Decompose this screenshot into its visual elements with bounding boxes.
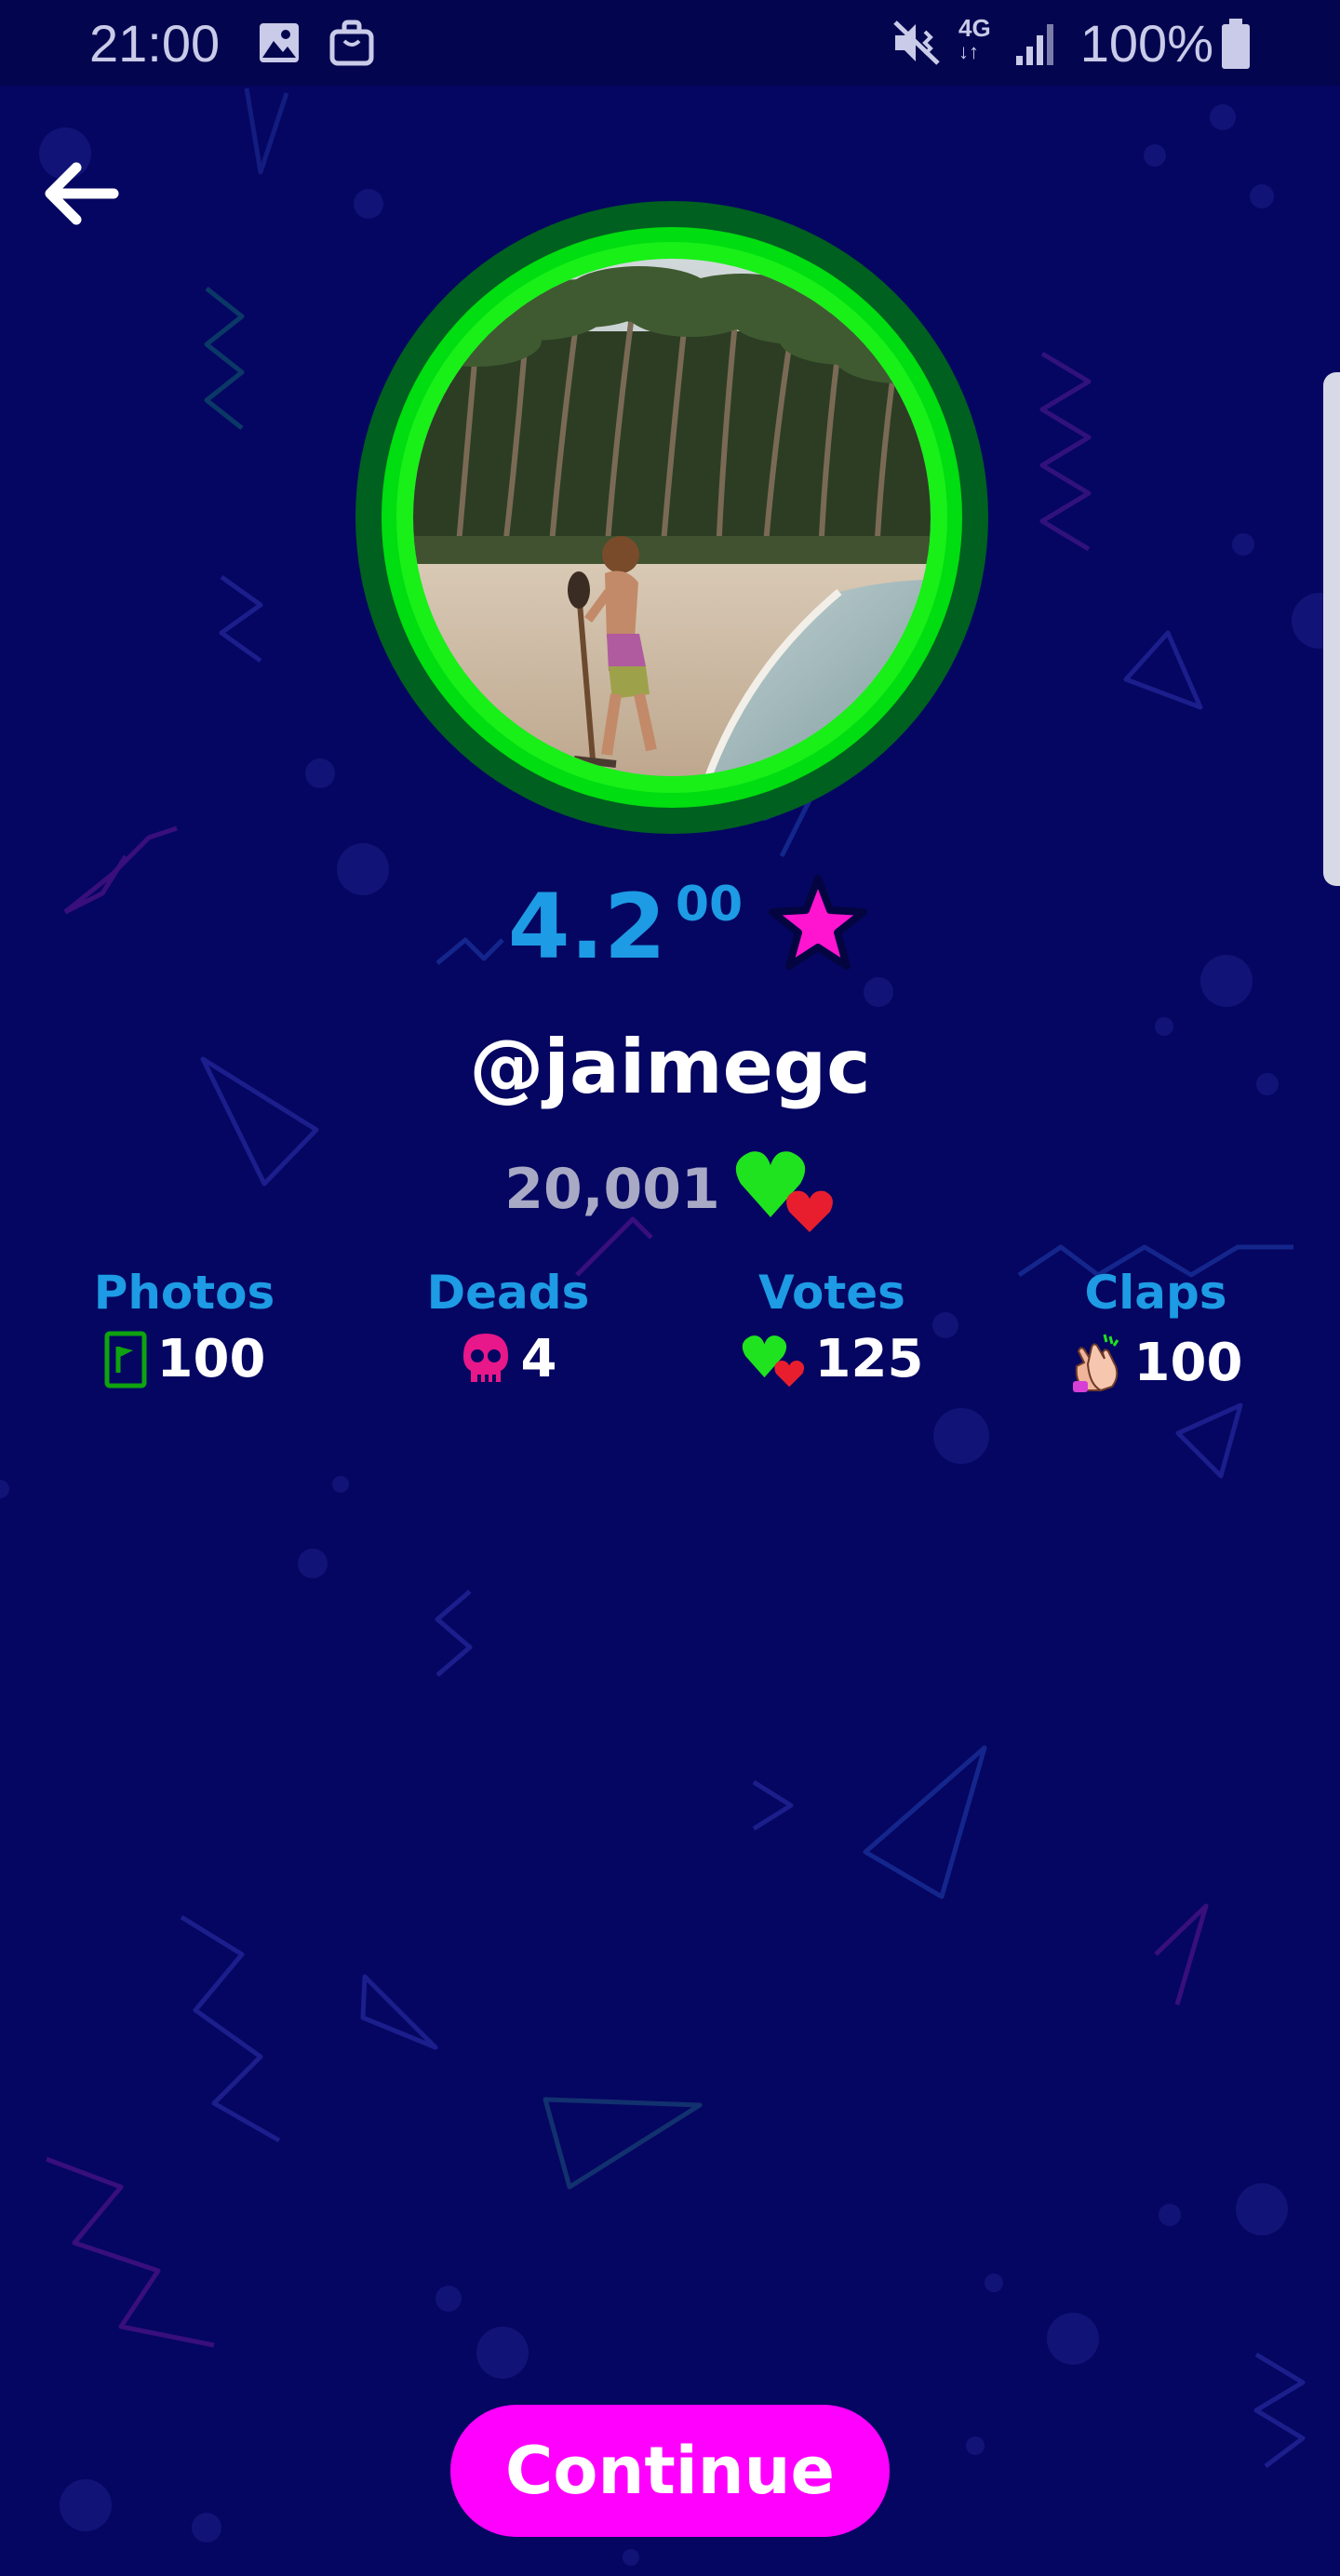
status-time: 21:00: [89, 14, 221, 73]
network-type: 4G: [958, 14, 991, 42]
stat-label: Votes: [758, 1266, 905, 1320]
stat-value: 100: [1133, 1332, 1243, 1393]
back-button[interactable]: [37, 149, 127, 238]
continue-button[interactable]: Continue: [450, 2405, 890, 2537]
shopping-bag-icon: [329, 20, 374, 66]
signal-icon: [1016, 24, 1053, 65]
battery-icon: [1222, 19, 1250, 69]
stat-label: Claps: [1084, 1266, 1227, 1320]
stat-value: 4: [520, 1329, 557, 1389]
status-bar: 21:00 4G ↓↑ 100%: [0, 0, 1340, 86]
stat-value: 100: [156, 1329, 266, 1389]
profile-photo: [355, 201, 988, 834]
mute-vibrate-icon: [893, 20, 940, 65]
rating: 4.2 00: [0, 875, 1340, 972]
stats-row: Photos 100 Deads 4 Votes 125 Claps 100: [0, 1266, 1340, 1415]
battery-percent: 100%: [1079, 14, 1213, 73]
stat-photos[interactable]: Photos 100: [45, 1266, 324, 1389]
stat-label: Deads: [426, 1266, 590, 1320]
scrollbar-handle[interactable]: [1323, 372, 1340, 886]
clapping-hands-icon: [1072, 1334, 1119, 1392]
rating-decimal: 00: [675, 877, 744, 932]
rating-value: 4.2: [507, 875, 666, 979]
hearts-icon: [742, 1335, 804, 1387]
stat-votes[interactable]: Votes 125: [692, 1266, 972, 1389]
stat-value: 125: [814, 1329, 924, 1389]
username: @jaimegc: [469, 1024, 871, 1110]
stat-claps[interactable]: Claps 100: [1016, 1266, 1295, 1396]
4g-data-icon: 4G ↓↑: [958, 15, 1001, 71]
points-value: 20,001: [504, 1157, 720, 1222]
hearts-icon: [735, 1151, 833, 1232]
skull-icon: [462, 1333, 508, 1382]
avatar[interactable]: [355, 201, 988, 834]
arrow-left-icon: [45, 162, 119, 225]
stat-deads[interactable]: Deads 4: [368, 1266, 648, 1389]
image-icon: [260, 23, 299, 62]
star-icon: [769, 875, 868, 970]
points: 20,001: [0, 1143, 1340, 1236]
photo-flag-icon: [104, 1331, 147, 1388]
stat-label: Photos: [93, 1266, 275, 1320]
